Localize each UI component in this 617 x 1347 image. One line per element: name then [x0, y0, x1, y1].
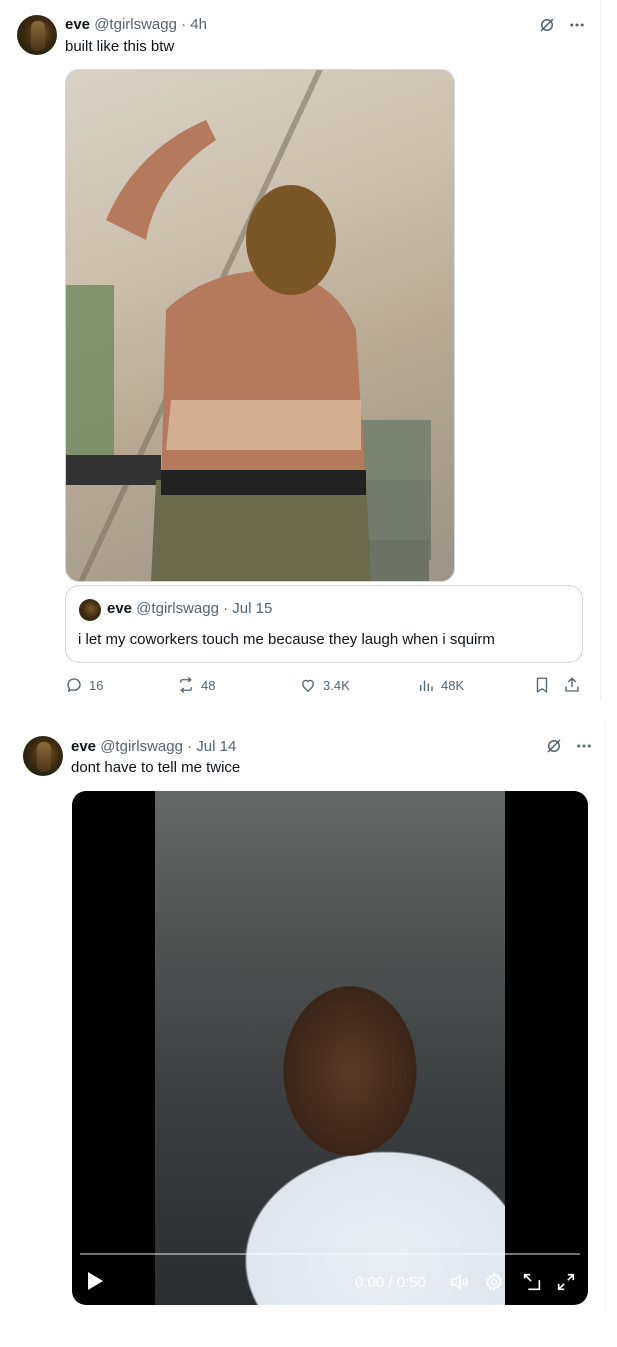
analytics-icon	[417, 676, 435, 694]
repost-icon	[177, 676, 195, 694]
quote-author-name: eve	[107, 600, 133, 617]
quote-header: eve @tgirlswagg · Jul 15	[107, 600, 272, 617]
fullscreen-button[interactable]	[555, 1271, 577, 1293]
views-button[interactable]: 48K	[417, 676, 464, 694]
volume-icon	[448, 1271, 470, 1293]
tweet[interactable]: eve @tgirlswagg · Jul 14 dont have to te…	[5, 722, 606, 1312]
video-time: 0:00 / 0:50	[355, 1274, 426, 1291]
video-player[interactable]: 0:00 / 0:50	[72, 791, 588, 1305]
video-frame[interactable]	[155, 791, 505, 1305]
video-time-text: 0:00 / 0:50	[355, 1274, 426, 1291]
pip-icon	[521, 1271, 543, 1293]
quote-time: · Jul 15	[223, 600, 273, 617]
quote-author-handle: @tgirlswagg	[136, 600, 219, 617]
reply-button[interactable]: 16	[65, 676, 103, 694]
tweet-actions: 16 48 3.4K 48K	[65, 676, 585, 696]
tweet-top-actions	[545, 737, 593, 755]
repost-button[interactable]: 48	[177, 676, 215, 694]
tweet-top-actions	[538, 16, 586, 34]
tweet-header: eve @tgirlswagg · Jul 14	[71, 738, 236, 756]
tweet-text: dont have to tell me twice	[71, 759, 241, 776]
author-name[interactable]: eve	[71, 738, 96, 755]
video-progress-bar[interactable]	[80, 1253, 580, 1255]
tweet-time[interactable]: · Jul 14	[187, 738, 236, 755]
repost-count: 48	[201, 677, 216, 693]
quoted-tweet[interactable]: eve @tgirlswagg · Jul 15 i let my cowork…	[65, 585, 583, 663]
reply-count: 16	[89, 677, 104, 693]
play-icon	[86, 1271, 104, 1291]
share-button[interactable]	[563, 676, 581, 694]
settings-icon	[483, 1271, 505, 1293]
bookmark-button[interactable]	[533, 676, 551, 694]
tweet-header: eve @tgirlswagg · 4h	[65, 16, 207, 34]
play-button[interactable]	[86, 1271, 104, 1291]
grok-icon[interactable]	[538, 16, 556, 34]
volume-button[interactable]	[448, 1271, 470, 1293]
more-icon[interactable]	[575, 737, 593, 755]
tweet-time[interactable]: · 4h	[181, 16, 207, 33]
author-handle[interactable]: @tgirlswagg	[100, 738, 183, 755]
settings-button[interactable]	[483, 1271, 505, 1293]
reply-icon	[65, 676, 83, 694]
tweet[interactable]: eve @tgirlswagg · 4h built like this btw	[0, 0, 601, 700]
pip-button[interactable]	[521, 1271, 543, 1293]
tweet-photo[interactable]	[65, 69, 455, 582]
author-name[interactable]: eve	[65, 16, 90, 33]
share-icon	[563, 676, 581, 694]
grok-icon[interactable]	[545, 737, 563, 755]
more-icon[interactable]	[568, 16, 586, 34]
heart-icon	[299, 676, 317, 694]
avatar[interactable]	[23, 736, 63, 776]
author-handle[interactable]: @tgirlswagg	[94, 16, 177, 33]
like-count: 3.4K	[323, 677, 350, 693]
fullscreen-icon	[555, 1271, 577, 1293]
avatar[interactable]	[17, 15, 57, 55]
quote-text: i let my coworkers touch me because they…	[78, 631, 495, 648]
bookmark-icon	[533, 676, 551, 694]
like-button[interactable]: 3.4K	[299, 676, 350, 694]
quote-avatar	[79, 599, 101, 621]
views-count: 48K	[441, 677, 465, 693]
tweet-text: built like this btw	[65, 38, 175, 55]
